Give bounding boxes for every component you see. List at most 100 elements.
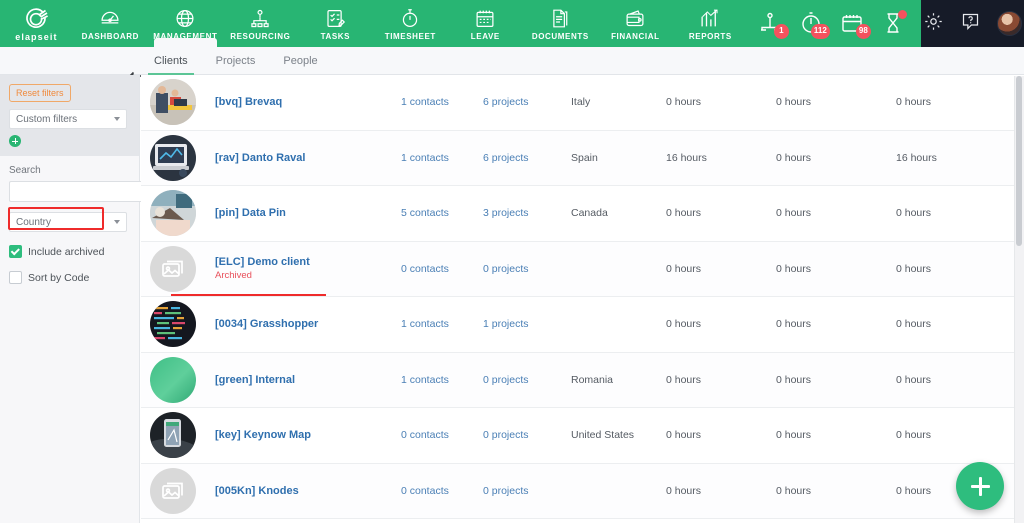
help-question-icon[interactable] [960, 11, 981, 37]
add-client-fab-button[interactable] [956, 462, 1004, 510]
calendar-icon [476, 10, 494, 27]
tab-clients[interactable]: Clients [140, 47, 202, 75]
client-name-link[interactable]: [green] Internal [215, 374, 401, 386]
tab-projects[interactable]: Projects [202, 47, 270, 75]
contacts-link[interactable]: 5 contacts [401, 207, 483, 219]
country-cell: United States [571, 429, 635, 442]
hours-cell-3: 0 hours [896, 429, 932, 442]
client-name-link[interactable]: [0034] Grasshopper [215, 318, 401, 330]
search-input[interactable] [9, 181, 152, 202]
country-cell: Canada [571, 207, 608, 220]
client-name-link[interactable]: [key] Keynow Map [215, 429, 401, 441]
contacts-link[interactable]: 1 contacts [401, 96, 483, 108]
avatar [150, 356, 196, 403]
client-name-link[interactable]: [pin] Data Pin [215, 207, 401, 219]
nav-item-dashboard[interactable]: DASHBOARD [73, 0, 148, 47]
client-name-cell: [rav] Danto Raval [196, 152, 401, 164]
chevron-down-icon [114, 220, 120, 224]
client-photo [150, 301, 196, 348]
nav-item-timesheet[interactable]: TIMESHEET [373, 0, 448, 47]
projects-link[interactable]: 3 projects [483, 207, 571, 219]
projects-link[interactable]: 6 projects [483, 96, 571, 108]
scrollbar-thumb[interactable] [1016, 76, 1022, 246]
reset-filters-button[interactable]: Reset filters [9, 84, 71, 102]
status-badge: Archived [215, 270, 252, 282]
include-archived-row[interactable]: Include archived [9, 245, 130, 258]
placeholder-image-icon [150, 467, 196, 514]
chevron-down-icon [114, 117, 120, 121]
projects-link[interactable]: 0 projects [483, 485, 571, 497]
contacts-link[interactable]: 1 contacts [401, 318, 483, 330]
avatar [150, 79, 196, 126]
table-row[interactable]: [ELC] Demo client Archived 0 contacts 0 … [141, 241, 1024, 297]
nav-label: DOCUMENTS [531, 32, 589, 41]
sort-by-code-row[interactable]: Sort by Code [9, 271, 130, 284]
sort-by-code-label: Sort by Code [28, 271, 90, 284]
table-row[interactable]: [bvq] Brevaq 1 contacts 6 projects Italy… [141, 75, 1024, 131]
client-name-link[interactable]: [ELC] Demo client [215, 256, 401, 268]
projects-link[interactable]: 0 projects [483, 374, 571, 386]
nav-item-financial[interactable]: FINANCIAL [598, 0, 673, 47]
table-row-partial[interactable] [141, 519, 1024, 523]
include-archived-label: Include archived [28, 245, 105, 258]
timer-icon-button[interactable]: 112 [799, 11, 830, 39]
user-avatar[interactable] [996, 11, 1022, 36]
client-name-link[interactable]: [rav] Danto Raval [215, 152, 401, 164]
hours-cell-2: 0 hours [776, 96, 812, 109]
table-row[interactable]: [005Kn] Knodes 0 contacts 0 projects 0 h… [141, 463, 1024, 519]
custom-filters-select[interactable]: Custom filters [9, 109, 127, 129]
badge-count: 98 [855, 23, 871, 39]
hours-cell-1: 0 hours [666, 484, 702, 497]
country-select[interactable]: Country [9, 212, 127, 232]
client-name-cell: [bvq] Brevaq [196, 96, 401, 108]
client-photo [150, 412, 196, 459]
hours-cell-1: 0 hours [666, 318, 702, 331]
client-name-link[interactable]: [005Kn] Knodes [215, 485, 401, 497]
gear-icon[interactable] [923, 11, 944, 37]
sidebar-top-section: Reset filters Custom filters [0, 75, 139, 156]
hourglass-icon-button[interactable] [881, 9, 907, 37]
contacts-link[interactable]: 0 contacts [401, 485, 483, 497]
hours-cell-2: 0 hours [776, 373, 812, 386]
table-row[interactable]: [rav] Danto Raval 1 contacts 6 projects … [141, 130, 1024, 186]
brand-logo[interactable]: elapseit [0, 0, 73, 47]
nav-item-documents[interactable]: DOCUMENTS [523, 0, 598, 47]
nav-item-reports[interactable]: REPORTS [673, 0, 748, 47]
clients-table: [bvq] Brevaq 1 contacts 6 projects Italy… [141, 75, 1024, 523]
documents-icon [553, 9, 568, 28]
table-row[interactable]: [green] Internal 1 contacts 0 projects R… [141, 352, 1024, 408]
contacts-link[interactable]: 1 contacts [401, 152, 483, 164]
projects-link[interactable]: 1 projects [483, 318, 571, 330]
hours-cell-3: 0 hours [896, 207, 932, 220]
nav-item-leave[interactable]: LEAVE [448, 0, 523, 47]
projects-link[interactable]: 0 projects [483, 429, 571, 441]
contacts-link[interactable]: 0 contacts [401, 263, 483, 275]
nav-item-management[interactable]: MANAGEMENT [148, 0, 223, 47]
hours-cell-3: 0 hours [896, 373, 932, 386]
client-name-link[interactable]: [bvq] Brevaq [215, 96, 401, 108]
sort-by-code-checkbox[interactable] [9, 271, 22, 284]
vertical-scrollbar[interactable] [1014, 76, 1024, 523]
calendar-small-icon-button[interactable]: 98 [840, 11, 871, 39]
placeholder-image-icon [150, 245, 196, 292]
resourcing-icon [251, 9, 269, 28]
contacts-link[interactable]: 0 contacts [401, 429, 483, 441]
table-row[interactable]: [pin] Data Pin 5 contacts 3 projects Can… [141, 186, 1024, 242]
table-row[interactable]: [0034] Grasshopper 1 contacts 1 projects… [141, 297, 1024, 353]
table-row[interactable]: [key] Keynow Map 0 contacts 0 projects U… [141, 408, 1024, 464]
hours-cell-1: 0 hours [666, 207, 702, 220]
nav-items: DASHBOARD MANAGEMENT RESOURCING TASKS TI… [73, 0, 921, 47]
projects-link[interactable]: 6 projects [483, 152, 571, 164]
plus-circle-icon[interactable] [9, 135, 21, 147]
contacts-link[interactable]: 1 contacts [401, 374, 483, 386]
tab-people[interactable]: People [269, 47, 331, 75]
nav-item-tasks[interactable]: TASKS [298, 0, 373, 47]
include-archived-checkbox[interactable] [9, 245, 22, 258]
nav-item-resourcing[interactable]: RESOURCING [223, 0, 298, 47]
approval-person-icon-button[interactable]: 1 [758, 11, 789, 39]
sidebar-body-section: Search Country Include archived Sort by … [0, 156, 166, 284]
country-cell: Romania [571, 373, 614, 386]
projects-link[interactable]: 0 projects [483, 263, 571, 275]
app-window: elapseit DASHBOARD MANAGEMENT RESOURCING… [0, 0, 1024, 523]
avatar [150, 467, 196, 514]
